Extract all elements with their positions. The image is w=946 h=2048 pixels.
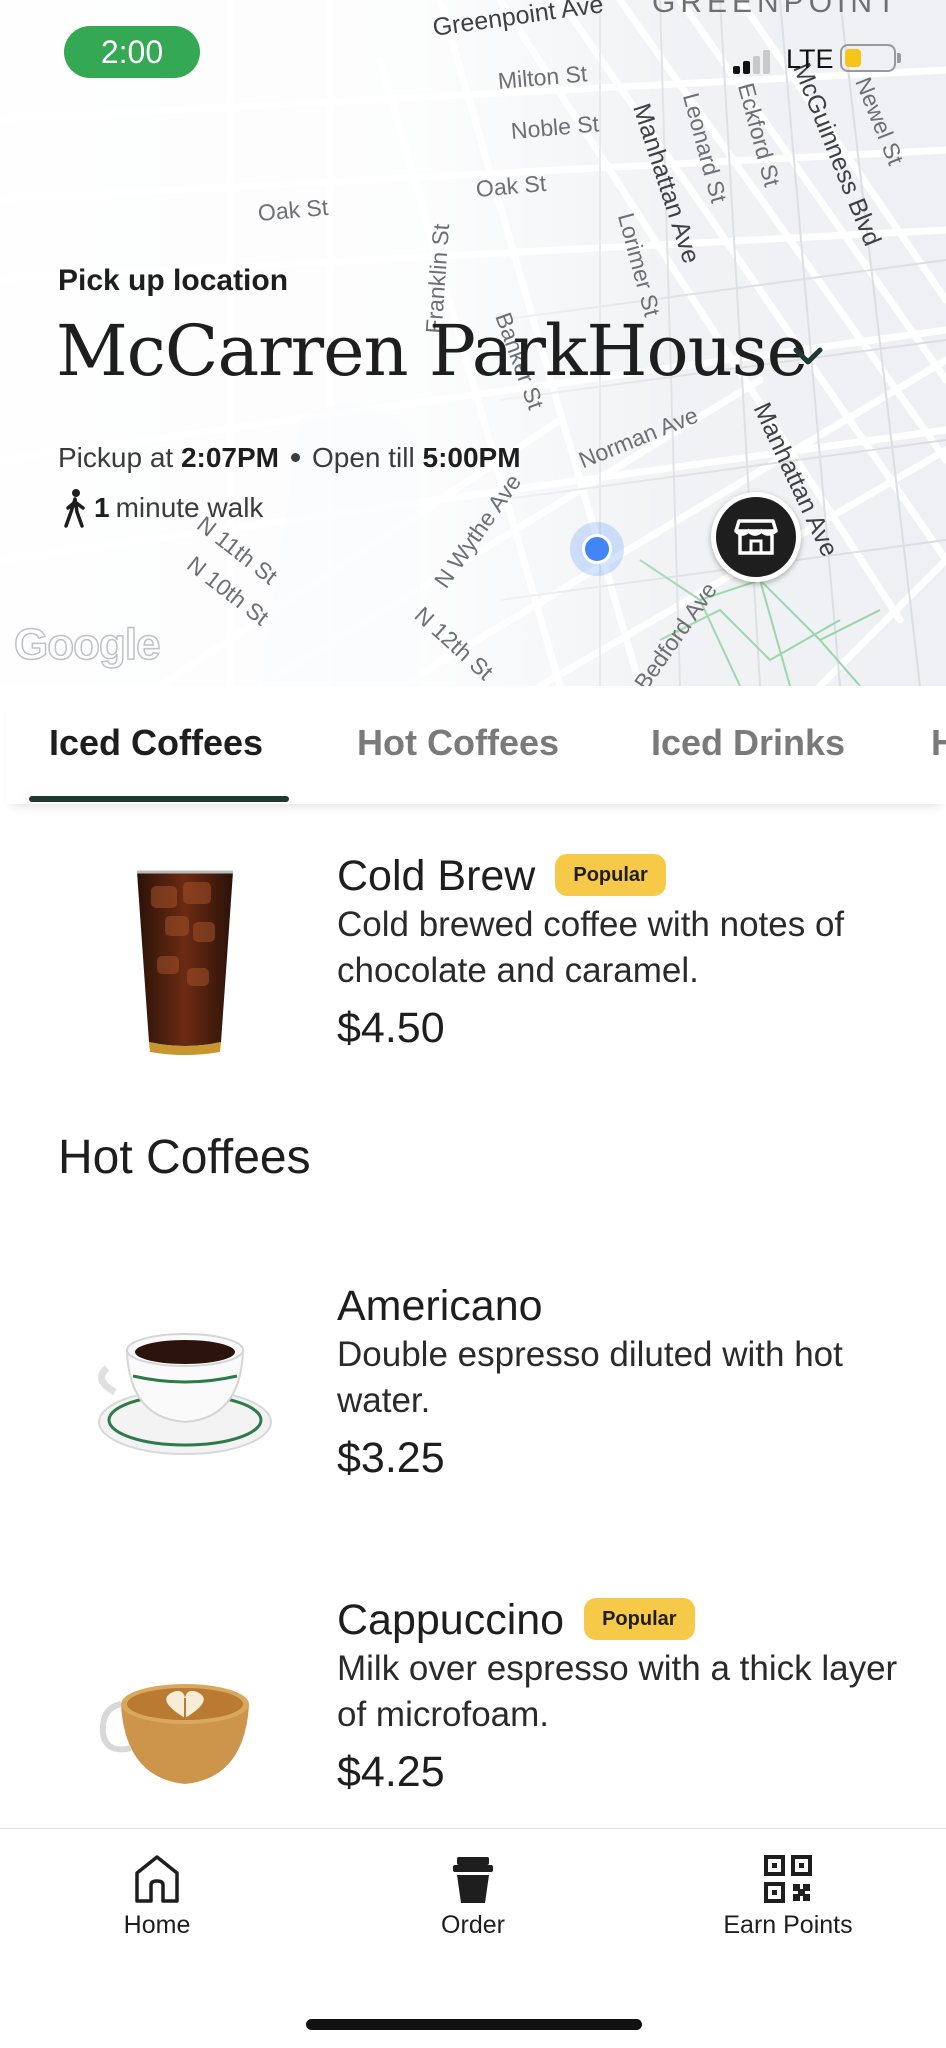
qr-code-icon — [764, 1855, 812, 1903]
nav-earn-points[interactable]: Earn Points — [688, 1853, 888, 1940]
nav-home[interactable]: Home — [57, 1853, 257, 1940]
cold-brew-image — [137, 870, 233, 1055]
map-view[interactable]: Greenpoint Ave GREENPOINT Milton St Nobl… — [0, 0, 946, 686]
walking-person-icon — [64, 489, 85, 528]
category-tabs: Iced Coffees Hot Coffees Iced Drinks H — [6, 688, 946, 804]
item-name: Cold Brew Popular — [337, 852, 666, 901]
active-tab-indicator — [29, 796, 289, 802]
menu-item-cold-brew[interactable]: Cold Brew Popular Cold brewed coffee with… — [0, 840, 946, 1080]
tab-next-partial[interactable]: H — [931, 722, 946, 764]
popular-badge: Popular — [555, 853, 666, 896]
menu-item-americano[interactable]: Americano Double espresso diluted with h… — [0, 1270, 946, 1510]
nav-label: Earn Points — [723, 1911, 853, 1939]
item-name: Americano — [337, 1282, 543, 1331]
store-pin-button[interactable] — [711, 492, 801, 582]
americano-image — [98, 1333, 272, 1455]
item-name-text: Americano — [337, 1282, 543, 1330]
status-time: 2:00 — [64, 26, 200, 78]
home-icon — [135, 1855, 179, 1903]
item-price: $4.50 — [337, 1004, 445, 1052]
pickup-time: 2:07PM — [180, 442, 279, 473]
network-label: LTE — [786, 44, 834, 74]
open-prefix: Open till — [312, 442, 415, 473]
tab-hot-coffees[interactable]: Hot Coffees — [357, 722, 559, 764]
item-description: Cold brewed coffee with notes of chocola… — [337, 905, 845, 990]
walk-minutes: 1 — [94, 492, 110, 523]
walk-info: 1 minute walk — [62, 488, 263, 528]
nav-label: Order — [441, 1911, 505, 1939]
pickup-info: Pickup at 2:07PM Open till 5:00PM — [58, 442, 521, 474]
store-name[interactable]: McCarren ParkHouse — [56, 310, 808, 392]
cell-signal-icon — [733, 50, 773, 74]
home-indicator[interactable] — [306, 2019, 642, 2030]
item-price: $3.25 — [337, 1434, 445, 1482]
open-time: 5:00PM — [422, 442, 521, 473]
chevron-down-icon[interactable] — [788, 336, 828, 376]
item-price: $4.25 — [337, 1748, 445, 1796]
cappuccino-image — [99, 1684, 249, 1784]
user-location-marker — [570, 522, 624, 576]
menu-item-cappuccino[interactable]: Cappuccino Popular Milk over espresso wit… — [0, 1584, 946, 1824]
item-description: Double espresso diluted with hot water. — [337, 1335, 843, 1420]
bottom-navigation: Home Order Earn Points — [0, 1828, 946, 2048]
nav-label: Home — [123, 1911, 191, 1939]
tab-iced-drinks[interactable]: Iced Drinks — [651, 722, 845, 764]
app-root: Greenpoint Ave GREENPOINT Milton St Nobl… — [0, 0, 946, 2048]
nav-order[interactable]: Order — [373, 1853, 573, 1940]
storefront-icon — [734, 519, 778, 555]
walk-text: minute walk — [115, 492, 264, 523]
item-name: Cappuccino Popular — [337, 1596, 695, 1645]
tab-iced-coffees[interactable]: Iced Coffees — [49, 722, 263, 764]
item-description: Milk over espresso with a thick layer of… — [337, 1649, 898, 1734]
google-logo: Google — [13, 619, 161, 670]
battery-icon — [840, 44, 901, 72]
popular-badge: Popular — [584, 1597, 695, 1640]
cup-icon — [453, 1857, 493, 1903]
item-name-text: Cold Brew — [337, 852, 536, 900]
item-name-text: Cappuccino — [337, 1596, 565, 1644]
section-title-hot-coffees: Hot Coffees — [58, 1131, 311, 1184]
pickup-location-label: Pick up location — [58, 264, 289, 297]
map-area-label: GREENPOINT — [652, 0, 901, 19]
separator-dot — [291, 452, 300, 462]
pickup-prefix: Pickup at — [58, 442, 174, 473]
